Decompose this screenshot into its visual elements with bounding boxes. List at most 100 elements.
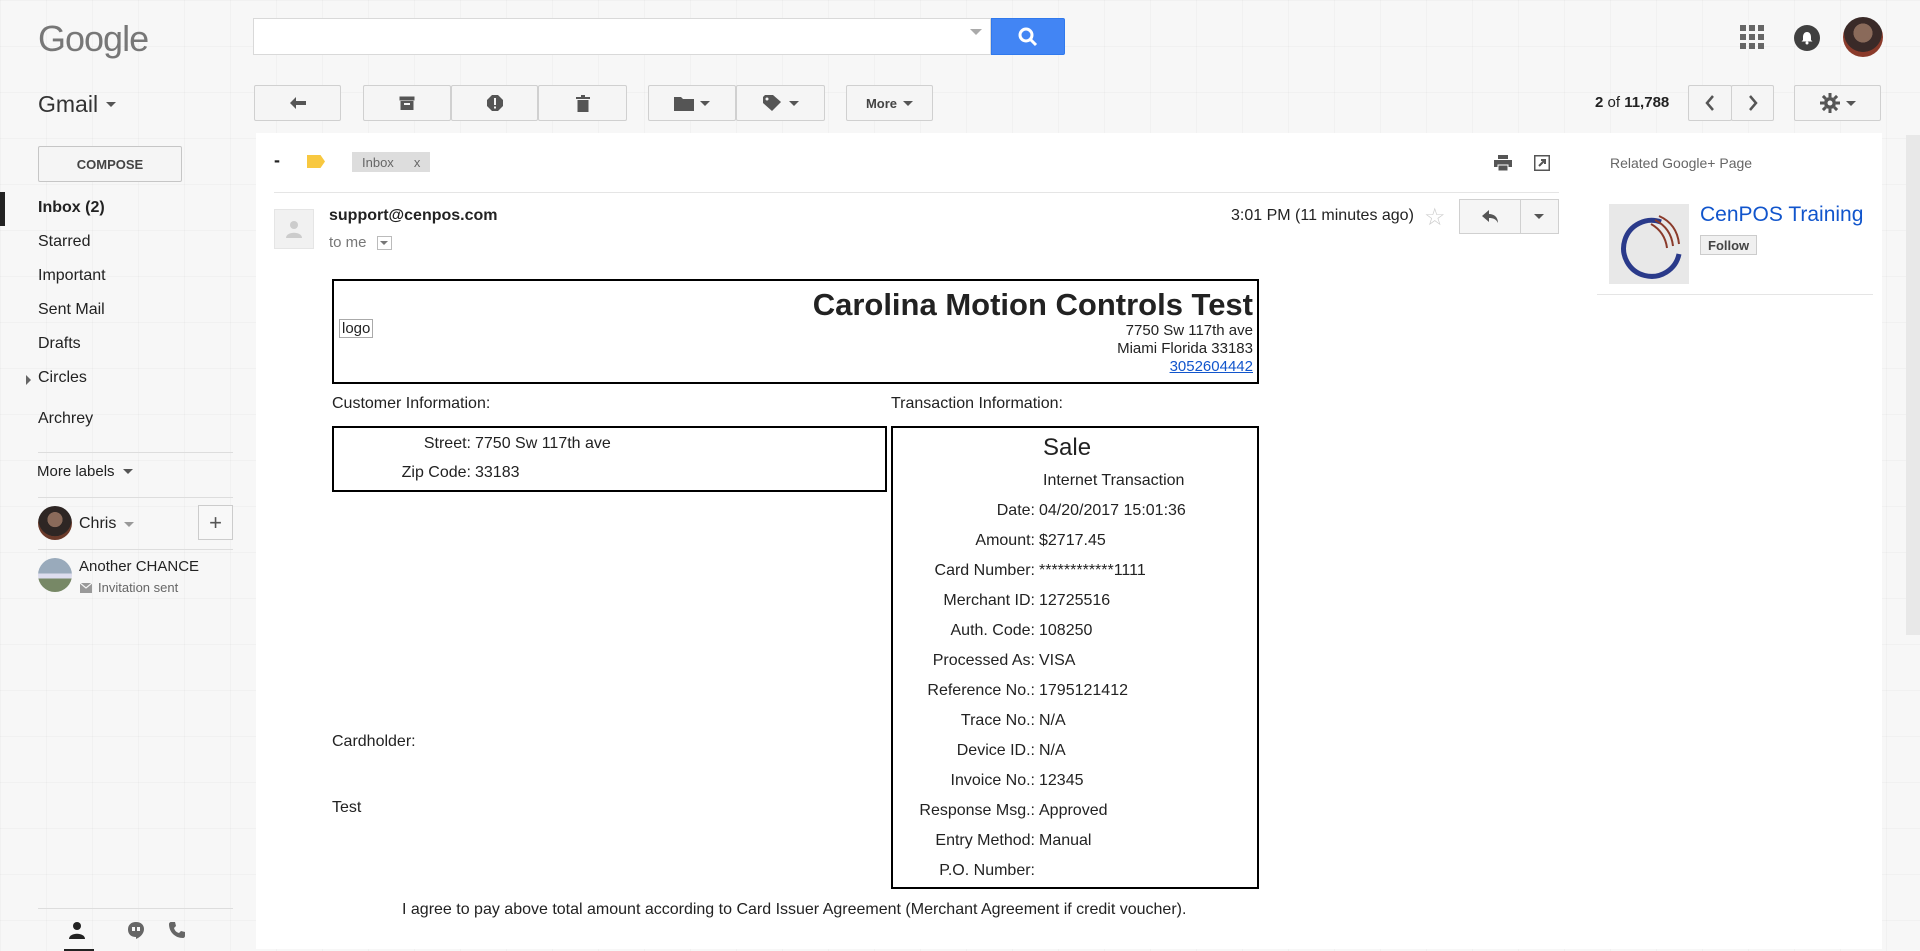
related-page-name[interactable]: CenPOS Training xyxy=(1700,203,1863,227)
transaction-row: Device ID.: N/A xyxy=(893,742,1261,760)
back-to-inbox-button[interactable] xyxy=(254,85,341,121)
remove-label-button[interactable]: x xyxy=(414,155,421,170)
folder-icon xyxy=(674,96,694,111)
move-to-button[interactable] xyxy=(648,85,736,121)
divider xyxy=(38,452,233,453)
account-avatar[interactable] xyxy=(1843,17,1883,57)
transaction-row: Auth. Code: 108250 xyxy=(893,622,1261,640)
chevron-down-icon xyxy=(122,469,133,474)
newer-button[interactable] xyxy=(1688,85,1732,121)
chat-user-avatar[interactable] xyxy=(38,506,72,540)
archive-icon xyxy=(399,96,415,110)
sidebar-item-archrey[interactable]: Archrey xyxy=(38,410,93,428)
field-key: Device ID.: xyxy=(956,742,1035,759)
person-tab[interactable] xyxy=(68,921,86,944)
field-value: ************1111 xyxy=(1039,562,1146,579)
more-labels-toggle[interactable]: More labels xyxy=(37,463,133,480)
archive-button[interactable] xyxy=(363,85,451,121)
customer-info-box: Street: 7750 Sw 117th ave Zip Code: 3318… xyxy=(332,426,887,492)
scrollbar[interactable] xyxy=(1906,135,1920,635)
field-key: Date: xyxy=(996,502,1035,519)
phone-tab[interactable] xyxy=(168,921,186,944)
show-details-button[interactable] xyxy=(376,235,392,250)
spam-icon xyxy=(486,95,503,111)
chevron-down-icon xyxy=(903,100,914,106)
label-dash: - xyxy=(274,150,280,170)
gmail-menu[interactable]: Gmail xyxy=(38,91,117,118)
sidebar-item-important[interactable]: Important xyxy=(38,267,106,285)
transaction-info-label: Transaction Information: xyxy=(891,395,1063,412)
delete-button[interactable] xyxy=(538,85,627,121)
field-key: Processed As: xyxy=(932,652,1035,669)
field-key: Amount: xyxy=(975,532,1035,549)
sidebar-item-drafts[interactable]: Drafts xyxy=(38,335,81,353)
chevron-down-icon xyxy=(1534,214,1545,219)
field-value: Manual xyxy=(1039,832,1092,849)
active-indicator xyxy=(0,192,5,226)
gmail-label: Gmail xyxy=(38,91,99,117)
recipient-text: to me xyxy=(329,234,367,251)
person-placeholder-icon xyxy=(286,221,302,238)
divider xyxy=(274,192,1559,193)
more-reply-options-button[interactable] xyxy=(1521,200,1558,233)
field-key: Zip Code: xyxy=(401,464,471,481)
print-icon xyxy=(1494,155,1512,172)
new-window-button[interactable] xyxy=(1533,154,1551,176)
field-key: Invoice No.: xyxy=(950,772,1035,789)
follow-button[interactable]: Follow xyxy=(1700,235,1758,255)
sidebar-item-inbox[interactable]: Inbox (2) xyxy=(38,199,105,217)
expand-triangle-icon[interactable] xyxy=(26,375,31,385)
sidebar-item-starred[interactable]: Starred xyxy=(38,233,90,251)
more-actions-button[interactable]: More xyxy=(846,85,933,121)
related-page-title: Related Google+ Page xyxy=(1610,155,1753,171)
transaction-channel: Internet Transaction xyxy=(1043,472,1185,489)
field-key: Response Msg.: xyxy=(919,802,1035,819)
sidebar-item-sent[interactable]: Sent Mail xyxy=(38,301,105,319)
merchant-name: Carolina Motion Controls Test xyxy=(812,287,1253,322)
notifications-bell-icon[interactable] xyxy=(1794,25,1820,51)
add-contact-button[interactable]: + xyxy=(198,505,233,540)
search-options-caret-icon[interactable] xyxy=(970,29,982,35)
merchant-phone-link[interactable]: 3052604442 xyxy=(1170,358,1253,375)
contact-name[interactable]: Another CHANCE xyxy=(79,558,199,575)
settings-button[interactable] xyxy=(1794,85,1881,121)
cenpos-page-avatar[interactable] xyxy=(1609,204,1689,284)
chevron-down-icon xyxy=(124,521,135,527)
field-key: Trace No.: xyxy=(960,712,1035,729)
field-key: Merchant ID: xyxy=(943,592,1035,609)
merchant-logo: logo xyxy=(339,319,374,338)
more-labels-text: More labels xyxy=(37,463,115,480)
google-logo[interactable]: Google xyxy=(38,18,149,60)
chat-user-name: Chris xyxy=(79,515,117,532)
reply-button[interactable] xyxy=(1460,200,1521,233)
search-button[interactable] xyxy=(991,18,1065,55)
field-value: 04/20/2017 15:01:36 xyxy=(1039,502,1186,519)
apps-grid-icon[interactable] xyxy=(1740,25,1764,49)
field-value: N/A xyxy=(1039,712,1066,729)
report-spam-button[interactable] xyxy=(451,85,538,121)
inbox-label-chip[interactable]: Inbox x xyxy=(352,152,431,172)
hangouts-tab[interactable] xyxy=(127,921,145,944)
search-input[interactable] xyxy=(253,18,991,55)
field-value: $2717.45 xyxy=(1039,532,1106,549)
field-key: Auth. Code: xyxy=(950,622,1036,639)
older-button[interactable] xyxy=(1731,85,1774,121)
contact-status: Invitation sent xyxy=(80,580,178,595)
field-key: P.O. Number: xyxy=(939,862,1035,879)
chevron-down-icon xyxy=(1845,100,1856,106)
receipt-header: logo Carolina Motion Controls Test 7750 … xyxy=(332,279,1259,384)
chat-user-menu[interactable]: Chris xyxy=(79,515,135,533)
back-arrow-icon xyxy=(289,97,306,109)
contact-avatar[interactable] xyxy=(38,558,72,592)
transaction-row: Processed As: VISA xyxy=(893,652,1261,670)
print-button[interactable] xyxy=(1494,155,1512,176)
star-icon[interactable]: ☆ xyxy=(1424,203,1446,232)
sender-address[interactable]: support@cenpos.com xyxy=(329,207,498,225)
divider xyxy=(38,549,233,550)
labels-button[interactable] xyxy=(736,85,825,121)
compose-button[interactable]: COMPOSE xyxy=(38,146,182,182)
recipient-line: to me xyxy=(329,234,392,251)
bottom-chat-tabs xyxy=(38,908,233,951)
sidebar-item-circles[interactable]: Circles xyxy=(38,369,87,387)
field-value: 12725516 xyxy=(1039,592,1111,609)
